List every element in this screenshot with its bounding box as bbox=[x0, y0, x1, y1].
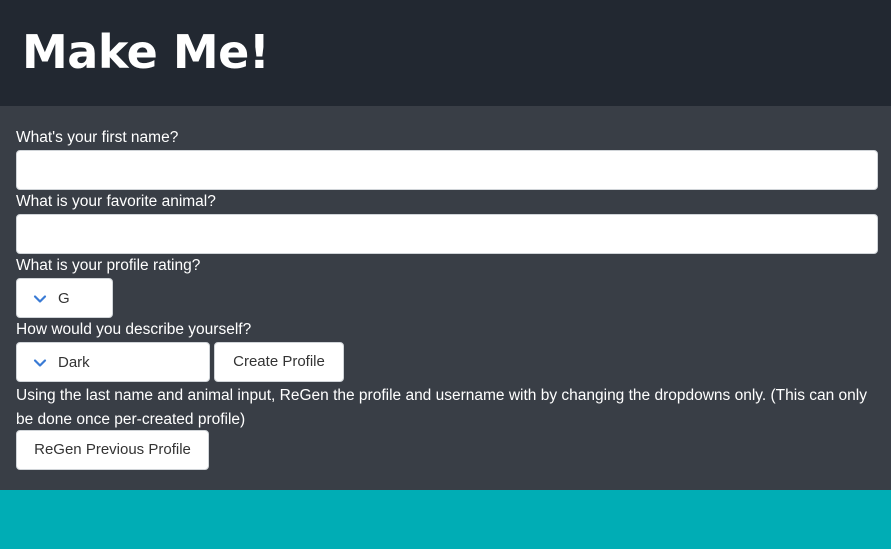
first-name-input[interactable] bbox=[16, 150, 878, 190]
favorite-animal-label: What is your favorite animal? bbox=[16, 193, 216, 210]
regen-note: Using the last name and animal input, Re… bbox=[16, 387, 867, 428]
page-title: Make Me! bbox=[22, 25, 270, 79]
first-name-label: What's your first name? bbox=[16, 129, 179, 146]
app-header: Make Me! bbox=[0, 0, 891, 106]
create-profile-button[interactable]: Create Profile bbox=[214, 342, 344, 382]
chevron-down-icon bbox=[33, 295, 47, 303]
describe-yourself-label: How would you describe yourself? bbox=[16, 321, 252, 338]
profile-rating-label: What is your profile rating? bbox=[16, 257, 201, 274]
chevron-down-icon bbox=[33, 359, 47, 367]
favorite-animal-input[interactable] bbox=[16, 214, 878, 254]
describe-yourself-value: Dark bbox=[58, 354, 90, 371]
regen-previous-profile-button[interactable]: ReGen Previous Profile bbox=[16, 430, 209, 470]
footer-band bbox=[0, 490, 891, 549]
profile-rating-select[interactable]: G bbox=[16, 278, 113, 318]
profile-rating-value: G bbox=[58, 290, 70, 307]
describe-yourself-select[interactable]: Dark bbox=[16, 342, 210, 382]
